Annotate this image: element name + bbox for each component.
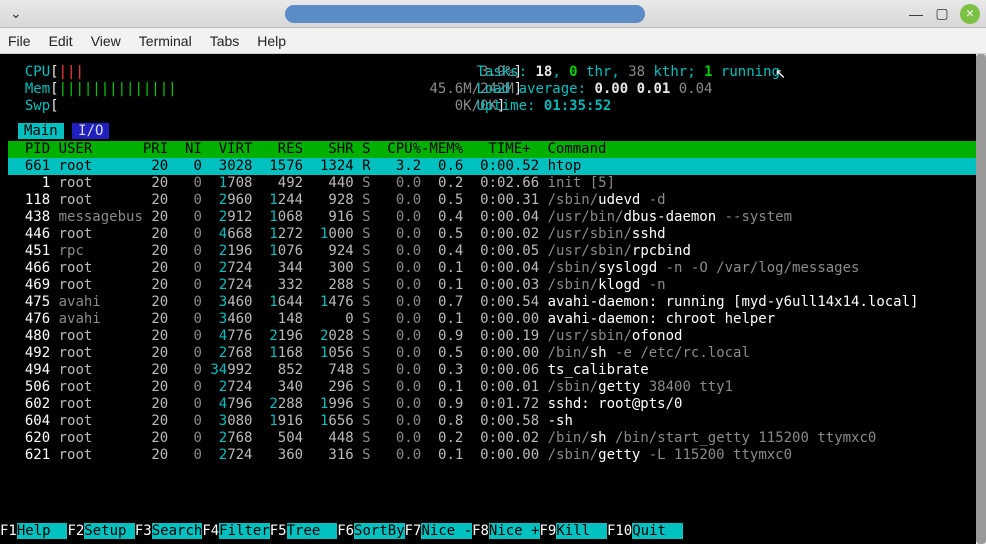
scrollbar[interactable] <box>976 54 986 544</box>
titlebar: ⌄ — ▢ ✕ <box>0 0 986 28</box>
process-row[interactable]: 492 root 20 0 2768 1168 1056 S 0.0 0.5 0… <box>8 345 978 362</box>
process-row[interactable]: 494 root 20 0 34992 852 748 S 0.0 0.3 0:… <box>8 362 978 379</box>
load-meter: Load average: 0.00 0.01 0.04 <box>468 81 712 98</box>
column-header[interactable]: PID USER PRI NI VIRT RES SHR S CPU%-MEM%… <box>8 141 978 158</box>
process-row[interactable]: 451 rpc 20 0 2196 1076 924 S 0.0 0.4 0:0… <box>8 243 978 260</box>
process-row[interactable]: 1 root 20 0 1708 492 440 S 0.0 0.2 0:02.… <box>8 175 978 192</box>
menubar: File Edit View Terminal Tabs Help <box>0 28 986 54</box>
process-row[interactable]: 506 root 20 0 2724 340 296 S 0.0 0.1 0:0… <box>8 379 978 396</box>
process-row[interactable]: 476 avahi 20 0 3460 148 0 S 0.0 0.1 0:00… <box>8 311 978 328</box>
menu-help[interactable]: Help <box>257 33 286 49</box>
process-row[interactable]: 602 root 20 0 4796 2288 1996 S 0.0 0.9 0… <box>8 396 978 413</box>
process-row[interactable]: 118 root 20 0 2960 1244 928 S 0.0 0.5 0:… <box>8 192 978 209</box>
menu-view[interactable]: View <box>91 33 121 49</box>
meters: CPU[||| 3.9%] Tasks: 18, 0 thr, 38 kthr;… <box>8 64 978 115</box>
swp-meter: Swp[ 0K/0K] <box>8 98 468 115</box>
minimize-button[interactable]: — <box>908 6 924 22</box>
cpu-meter: CPU[||| 3.9%] <box>8 64 468 81</box>
process-row[interactable]: 466 root 20 0 2724 344 300 S 0.0 0.1 0:0… <box>8 260 978 277</box>
footer-bar: F1Help F2Setup F3SearchF4FilterF5Tree F6… <box>0 523 986 540</box>
process-row[interactable]: 620 root 20 0 2768 504 448 S 0.0 0.2 0:0… <box>8 430 978 447</box>
tasks-meter: Tasks: 18, 0 thr, 38 kthr; 1 running <box>468 64 780 81</box>
menu-file[interactable]: File <box>8 33 31 49</box>
scrollbar-thumb[interactable] <box>976 54 986 544</box>
process-row[interactable]: 480 root 20 0 4776 2196 2028 S 0.0 0.9 0… <box>8 328 978 345</box>
title-redaction <box>285 5 645 23</box>
process-row[interactable]: 446 root 20 0 4668 1272 1000 S 0.0 0.5 0… <box>8 226 978 243</box>
htop-tabs: Main I/O <box>18 123 978 140</box>
close-button[interactable]: ✕ <box>960 4 980 24</box>
process-list[interactable]: 661 root 20 0 3028 1576 1324 R 3.2 0.6 0… <box>8 158 978 464</box>
process-row[interactable]: 438 messagebus 20 0 2912 1068 916 S 0.0 … <box>8 209 978 226</box>
process-row[interactable]: 475 avahi 20 0 3460 1644 1476 S 0.0 0.7 … <box>8 294 978 311</box>
chevron-down-icon: ⌄ <box>10 5 22 22</box>
menu-tabs[interactable]: Tabs <box>210 33 240 49</box>
process-row[interactable]: 604 root 20 0 3080 1916 1656 S 0.0 0.8 0… <box>8 413 978 430</box>
mem-meter: Mem[|||||||||||||| 45.6M/242M] <box>8 81 468 98</box>
title-dropdown[interactable]: ⌄ <box>10 5 22 22</box>
process-row[interactable]: 621 root 20 0 2724 360 316 S 0.0 0.1 0:0… <box>8 447 978 464</box>
menu-terminal[interactable]: Terminal <box>139 33 192 49</box>
process-row[interactable]: 661 root 20 0 3028 1576 1324 R 3.2 0.6 0… <box>8 158 978 175</box>
uptime-meter: Uptime: 01:35:52 <box>468 98 611 115</box>
menu-edit[interactable]: Edit <box>49 33 73 49</box>
tab-main[interactable]: Main <box>18 123 64 139</box>
process-row[interactable]: 469 root 20 0 2724 332 288 S 0.0 0.1 0:0… <box>8 277 978 294</box>
maximize-button[interactable]: ▢ <box>934 6 950 22</box>
terminal[interactable]: ↖ CPU[||| 3.9%] Tasks: 18, 0 thr, 38 kth… <box>0 54 986 544</box>
tab-io[interactable]: I/O <box>72 123 109 139</box>
